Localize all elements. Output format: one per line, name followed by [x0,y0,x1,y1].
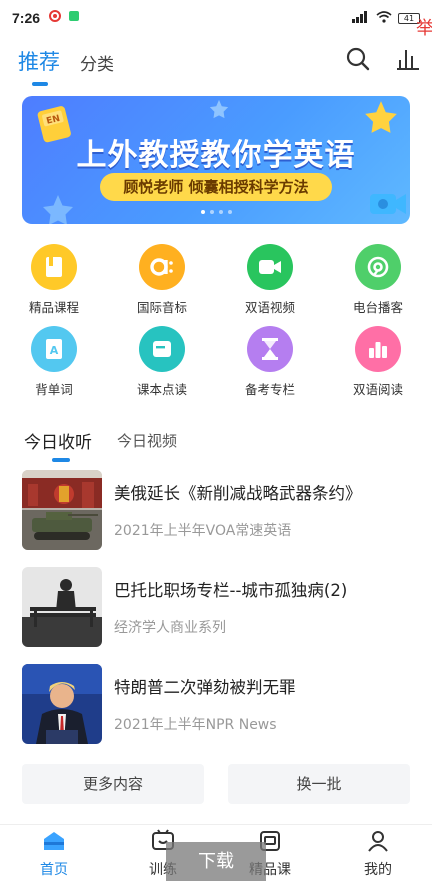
nav-label: 首页 [40,862,68,878]
grid-item-course[interactable]: 精品课程 [0,244,108,316]
app-screen: 7:26 41 举 推荐 分类 EN 上外教授教你学英语 顾悦老师 倾囊相授科学… [0,0,432,881]
grid-label: 课本点读 [136,382,187,397]
grid-label: 备考专栏 [244,382,295,397]
refresh-batch-button[interactable]: 换一批 [228,764,410,804]
tab-category[interactable]: 分类 [80,50,114,75]
grid-label: 国际音标 [136,300,187,315]
app-notification-icon [48,9,62,27]
item-subtitle: 2021年上半年VOA常速英语 [114,523,292,539]
item-title: 特朗普二次弹劾被判无罪 [114,678,296,697]
tab-recommend[interactable]: 推荐 [18,46,60,76]
chart-icon [355,326,401,372]
carousel-dot [209,210,214,214]
tab-today-video[interactable]: 今日视频 [117,430,177,451]
word-icon: A [31,326,77,372]
carousel-dots [22,210,410,214]
phonetic-icon [139,244,185,290]
grid-label: 背单词 [35,382,73,397]
carousel-dot [200,210,205,214]
hourglass-icon [247,326,293,372]
item-title: 美俄延长《新削减战略武器条约》 [114,484,362,503]
radio-icon [355,244,401,290]
user-icon [368,831,388,852]
status-bar: 7:26 41 举 [0,0,432,39]
svg-text:A: A [50,344,59,357]
home-icon [44,832,64,850]
tab-indicator [52,458,70,462]
grid-label: 双语阅读 [352,382,403,397]
download-overlay-button[interactable]: 下载 [166,842,266,881]
grid-label: 双语视频 [244,300,295,315]
list-item[interactable]: 美俄延长《新削减战略武器条约》 2021年上半年VOA常速英语 [22,470,422,550]
nav-label: 我的 [364,862,392,878]
wifi-icon [376,10,392,26]
star-decoration-icon [208,98,230,124]
app-notification-icon-2 [68,10,80,26]
textbook-icon [139,326,185,372]
ranking-icon[interactable] [396,46,420,76]
thumbnail-bench [22,567,102,647]
grid-item-video[interactable]: 双语视频 [216,244,324,316]
grid-item-textbook[interactable]: 课本点读 [108,326,216,398]
carousel-dot [227,210,232,214]
item-subtitle: 2021年上半年NPR News [114,717,277,733]
book-icon [31,244,77,290]
item-subtitle: 经济学人商业系列 [114,620,226,636]
grid-item-exam[interactable]: 备考专栏 [216,326,324,398]
status-time: 7:26 [12,10,41,26]
tab-indicator [32,82,48,86]
grid-item-radio[interactable]: 电台播客 [324,244,432,316]
signal-icon [352,10,370,26]
today-tabs: 今日收听 今日视频 [0,424,432,464]
tab-today-listen[interactable]: 今日收听 [24,428,92,453]
grid-label: 电台播客 [352,300,403,315]
camera-icon [368,188,408,222]
top-nav: 推荐 分类 [0,36,432,90]
grid-item-reading[interactable]: 双语阅读 [324,326,432,398]
status-right: 41 [352,10,420,26]
promo-banner[interactable]: EN 上外教授教你学英语 顾悦老师 倾囊相授科学方法 [22,96,410,224]
thumbnail-parade [22,470,102,550]
banner-subtitle: 顾悦老师 倾囊相授科学方法 [100,173,332,201]
blue-star-icon [40,192,76,224]
grid-label: 精品课程 [28,300,79,315]
item-title: 巴托比职场专栏--城市孤独病(2) [114,581,348,600]
list-item[interactable]: 巴托比职场专栏--城市孤独病(2) 经济学人商业系列 [22,567,422,647]
nav-home[interactable]: 首页 [14,829,94,879]
list-item[interactable]: 特朗普二次弹劾被判无罪 2021年上半年NPR News [22,664,422,744]
grid-item-words[interactable]: A 背单词 [0,326,108,398]
banner-title: 上外教授教你学英语 [76,138,356,173]
more-content-button[interactable]: 更多内容 [22,764,204,804]
search-icon[interactable] [345,46,371,76]
carousel-dot [218,210,223,214]
thumbnail-speaker [22,664,102,744]
nav-mine[interactable]: 我的 [338,829,418,879]
video-icon [247,244,293,290]
grid-item-phonetic[interactable]: 国际音标 [108,244,216,316]
